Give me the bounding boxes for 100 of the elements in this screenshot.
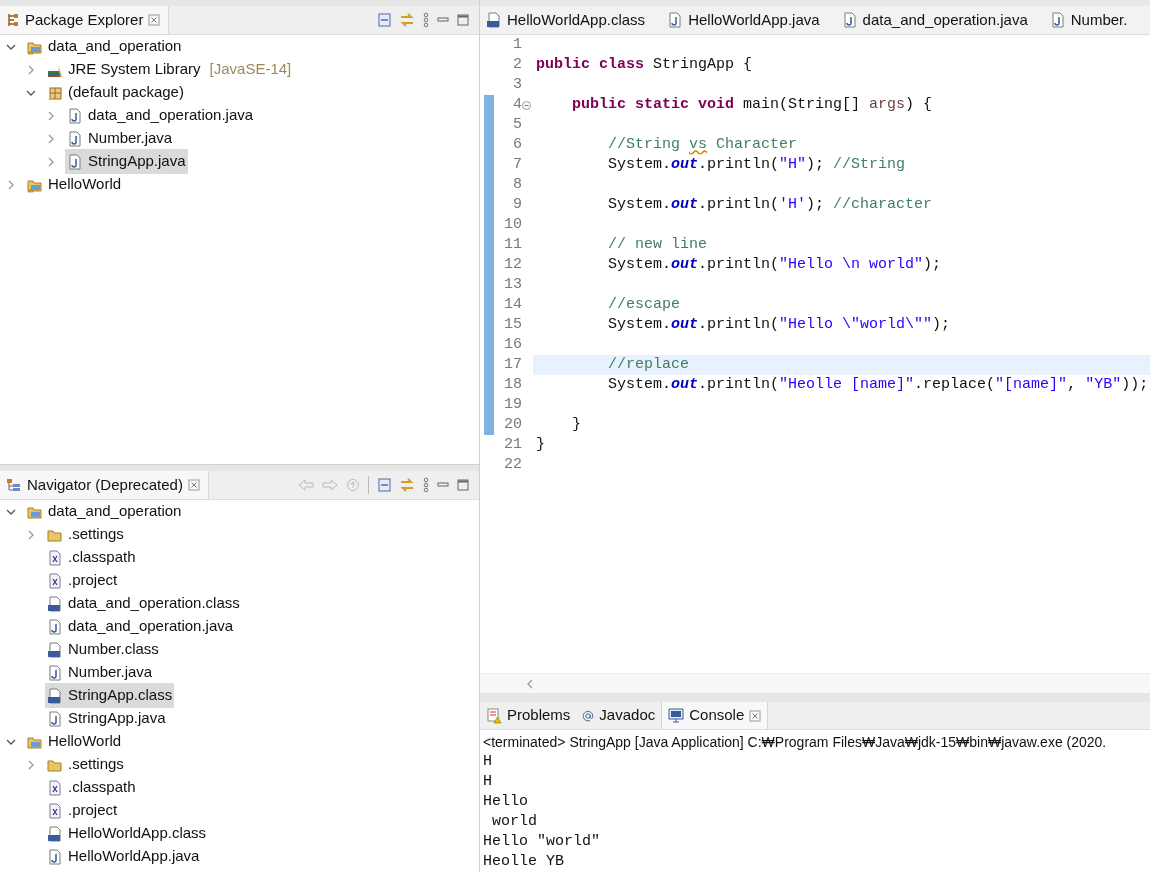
item-label: data_and_operation	[48, 501, 182, 522]
tree-item[interactable]: (default package)	[45, 80, 186, 105]
line-number: 10	[503, 214, 522, 235]
menu-icon[interactable]	[423, 477, 429, 493]
java-file-icon	[667, 12, 684, 28]
java-file-icon	[67, 107, 83, 124]
item-label: Number.java	[88, 128, 173, 149]
tree-item[interactable]: StringApp.java	[45, 706, 168, 731]
panel-tab[interactable]: Problems	[480, 702, 577, 729]
item-label: (default package)	[68, 82, 184, 103]
link-arrows-icon[interactable]	[399, 13, 415, 27]
tree-item[interactable]: data_and_operation.java	[65, 103, 256, 128]
class-file-icon	[47, 825, 63, 842]
item-label: data_and_operation.java	[68, 616, 234, 637]
item-label: HelloWorldApp.java	[68, 846, 200, 867]
line-number: 9	[512, 194, 522, 215]
collapse-all-icon[interactable]	[377, 478, 391, 492]
item-label: data_and_operation.class	[68, 593, 240, 614]
class-file-icon	[47, 595, 63, 612]
line-number: 8	[512, 174, 522, 195]
panel-tab[interactable]: Javadoc	[576, 702, 662, 729]
editor-tab[interactable]: HelloWorldApp.java	[661, 8, 836, 32]
java-file-icon	[841, 12, 858, 28]
tree-item[interactable]: HelloWorldApp.class	[45, 821, 209, 846]
console-line: H	[483, 752, 493, 772]
item-label: .project	[68, 570, 118, 591]
item-label: Number.class	[68, 639, 159, 660]
link-arrows-icon[interactable]	[399, 478, 415, 492]
code-line: //escape	[607, 295, 682, 315]
tree-item[interactable]: StringApp.class	[45, 683, 175, 708]
class-file-icon	[47, 687, 63, 704]
scroll-left-icon[interactable]	[526, 678, 534, 689]
java-file-icon	[47, 618, 63, 635]
close-icon[interactable]	[148, 14, 161, 26]
xml-file-icon	[47, 572, 63, 589]
tree-item[interactable]: JRE System Library [JavaSE-14]	[45, 57, 294, 82]
collapse-all-icon[interactable]	[377, 13, 391, 27]
console-line: Heolle YB	[483, 852, 565, 872]
tree-item[interactable]: .project	[45, 568, 120, 593]
tree-item[interactable]: .project	[45, 798, 120, 823]
maximize-icon[interactable]	[457, 14, 469, 26]
tree-item[interactable]: Number.java	[65, 126, 175, 151]
editor-tab[interactable]: data_and_operation.java	[835, 8, 1044, 32]
item-label: .classpath	[68, 777, 136, 798]
forward-arrow-icon[interactable]	[322, 478, 338, 492]
library-version: [JavaSE-14]	[209, 59, 292, 80]
editor-tab[interactable]: HelloWorldApp.class	[480, 8, 662, 32]
console-line: H	[483, 772, 493, 792]
tree-item[interactable]: .settings	[45, 522, 126, 547]
code-line: System.out.println("Heolle [name]".replace("[name]", "YB"));	[607, 375, 1150, 395]
problems-icon	[486, 707, 502, 724]
item-label: JRE System Library	[68, 59, 201, 80]
line-number: 17	[503, 354, 522, 375]
tree-item[interactable]: HelloWorldApp.java	[45, 844, 202, 869]
java-file-icon	[67, 130, 83, 147]
code-line: }	[571, 415, 582, 435]
back-arrow-icon[interactable]	[298, 478, 314, 492]
editor-tab[interactable]: Number.	[1043, 8, 1144, 32]
tree-item[interactable]: .settings	[45, 752, 126, 777]
line-number: 4	[512, 94, 522, 115]
item-label: data_and_operation	[48, 36, 182, 57]
line-number: 20	[503, 414, 522, 435]
tree-item[interactable]: Number.class	[45, 637, 161, 662]
item-label: StringApp.class	[68, 685, 173, 706]
tree-item[interactable]: data_and_operation.java	[45, 614, 236, 639]
close-icon[interactable]	[749, 709, 762, 722]
line-number: 7	[512, 154, 522, 175]
item-label: StringApp.java	[88, 151, 186, 172]
xml-file-icon	[47, 549, 63, 566]
tree-item[interactable]: .classpath	[45, 545, 138, 570]
navigator-icon	[6, 478, 22, 492]
tree-item[interactable]: StringApp.java	[65, 149, 188, 174]
item-label: data_and_operation.java	[88, 105, 254, 126]
tree-item[interactable]: data_and_operation.class	[45, 591, 242, 616]
code-line: System.out.println('H'); //character	[607, 195, 934, 215]
line-number: 12	[503, 254, 522, 275]
fold-icon[interactable]	[522, 100, 531, 110]
up-folder-icon[interactable]	[346, 478, 360, 492]
line-number: 21	[503, 434, 522, 455]
panel-tab[interactable]: Console	[661, 702, 769, 729]
tree-item[interactable]: data_and_operation	[25, 499, 184, 524]
package-icon	[47, 84, 63, 101]
close-icon[interactable]	[187, 479, 200, 491]
tree-item[interactable]: Number.java	[45, 660, 155, 685]
tree-item[interactable]: HelloWorld	[25, 172, 124, 197]
maximize-icon[interactable]	[457, 479, 469, 491]
line-number: 1	[512, 34, 522, 55]
tree-item[interactable]: .classpath	[45, 775, 138, 800]
tree-item[interactable]: HelloWorld	[25, 729, 124, 754]
code-line: }	[535, 435, 546, 455]
line-number: 6	[512, 134, 522, 155]
item-label: .settings	[68, 754, 124, 775]
java-file-icon	[47, 664, 63, 681]
menu-icon[interactable]	[423, 12, 429, 28]
tree-item[interactable]: data_and_operation	[25, 34, 184, 59]
code-line: public class StringApp {	[535, 55, 754, 75]
line-number: 5	[512, 114, 522, 135]
line-number: 18	[503, 374, 522, 395]
console-line: Hello "world"	[483, 832, 602, 852]
code-line: System.out.println("Hello \"world\"");	[607, 315, 952, 335]
